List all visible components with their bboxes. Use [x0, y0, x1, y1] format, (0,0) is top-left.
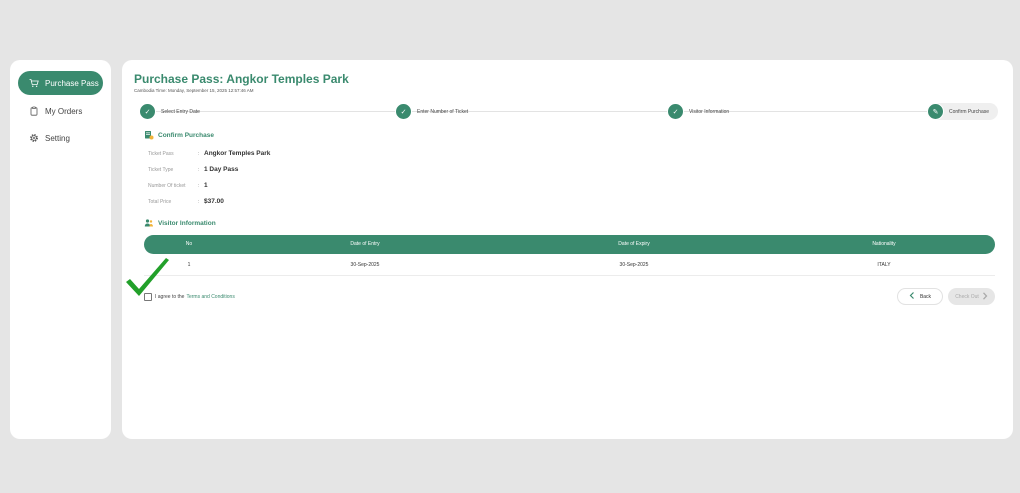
cambodia-time: Cambodia Time: Monday, September 15, 202…	[134, 88, 254, 93]
step-visitor-information: ✓ Visitor Information	[667, 103, 729, 120]
checkmark-icon	[126, 258, 169, 296]
detail-colon: :	[198, 151, 200, 157]
visitor-information-heading: Visitor Information	[144, 218, 216, 228]
detail-value: $37.00	[204, 198, 224, 205]
back-button[interactable]: Back	[897, 288, 943, 305]
step-label: Enter Number of Ticket	[417, 108, 469, 115]
table-cell: 30-Sep-2025	[350, 262, 380, 268]
chevron-left-icon	[909, 292, 915, 301]
check-icon: ✓	[395, 103, 412, 120]
confirm-purchase-heading: Confirm Purchase	[144, 130, 214, 140]
users-icon	[144, 218, 154, 228]
step-select-entry-date: ✓ Select Entry Date	[139, 103, 200, 120]
section-title: Confirm Purchase	[158, 131, 214, 139]
table-row: 1 30-Sep-2025 30-Sep-2025 ITALY	[144, 256, 995, 276]
chevron-right-icon	[982, 291, 988, 302]
table-cell: ITALY	[877, 262, 891, 268]
detail-colon: :	[198, 199, 200, 205]
detail-value: 1	[204, 182, 208, 189]
sidebar-item-purchase-pass[interactable]: Purchase Pass	[18, 71, 103, 95]
detail-value: 1 Day Pass	[204, 166, 239, 173]
check-icon: ✓	[667, 103, 684, 120]
table-cell: 30-Sep-2025	[619, 262, 649, 268]
check-out-label: Check Out	[955, 293, 979, 300]
detail-label: Ticket Type	[148, 167, 174, 173]
sidebar-item-setting[interactable]: Setting	[18, 126, 103, 150]
column-header: Date of Entry	[350, 241, 380, 247]
detail-label: Ticket Pass	[148, 151, 174, 157]
page-title: Purchase Pass: Angkor Temples Park	[134, 72, 349, 86]
step-confirm-purchase: ✎ Confirm Purchase	[927, 103, 999, 120]
column-header: No	[185, 241, 193, 247]
step-label: Select Entry Date	[161, 108, 200, 115]
sidebar-item-label: My Orders	[45, 106, 83, 116]
terms-link[interactable]: Terms and Conditions	[186, 294, 234, 300]
main-panel: Purchase Pass: Angkor Temples Park Cambo…	[122, 60, 1013, 439]
check-out-button[interactable]: Check Out	[948, 288, 995, 305]
sidebar: Purchase Pass My Orders Setting	[10, 60, 111, 439]
sidebar-item-label: Setting	[45, 133, 70, 143]
sidebar-item-my-orders[interactable]: My Orders	[18, 99, 103, 123]
sidebar-item-label: Purchase Pass	[45, 78, 99, 88]
table-cell: 1	[187, 262, 191, 268]
detail-colon: :	[198, 167, 200, 173]
clipboard-icon	[29, 106, 39, 116]
check-icon: ✓	[139, 103, 156, 120]
column-header: Nationality	[872, 241, 896, 247]
detail-value: Angkor Temples Park	[204, 150, 271, 157]
cart-icon	[29, 78, 39, 88]
detail-label: Total Price	[148, 199, 172, 205]
step-label: Confirm Purchase	[949, 108, 990, 115]
section-title: Visitor Information	[158, 219, 216, 227]
step-enter-number-of-ticket: ✓ Enter Number of Ticket	[395, 103, 468, 120]
stepper-line	[148, 111, 948, 112]
receipt-icon	[144, 130, 154, 140]
visitor-table-header: No Date of Entry Date of Expiry National…	[144, 235, 995, 254]
gear-icon	[29, 133, 39, 143]
detail-colon: :	[198, 183, 200, 189]
detail-label: Number Of ticket	[148, 183, 186, 189]
column-header: Date of Expiry	[618, 241, 650, 247]
pencil-icon: ✎	[927, 103, 944, 120]
back-label: Back	[919, 293, 932, 300]
step-label: Visitor Information	[689, 108, 730, 115]
